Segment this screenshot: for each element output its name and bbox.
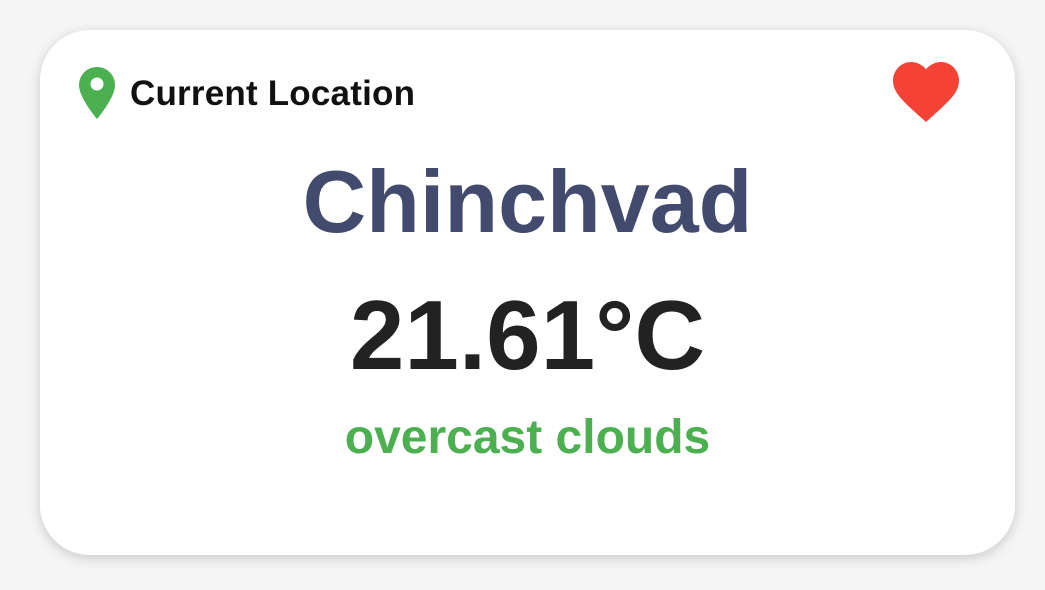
location-label: Current Location xyxy=(130,73,416,113)
weather-card: Current Location Chinchvad 21.61°C overc… xyxy=(40,30,1015,555)
map-pin-icon xyxy=(79,67,115,119)
heart-icon[interactable] xyxy=(892,60,960,124)
location-row: Current Location xyxy=(78,66,415,120)
city-name: Chinchvad xyxy=(302,152,753,251)
weather-description: overcast clouds xyxy=(344,411,711,464)
temperature: 21.61°C xyxy=(349,280,706,390)
